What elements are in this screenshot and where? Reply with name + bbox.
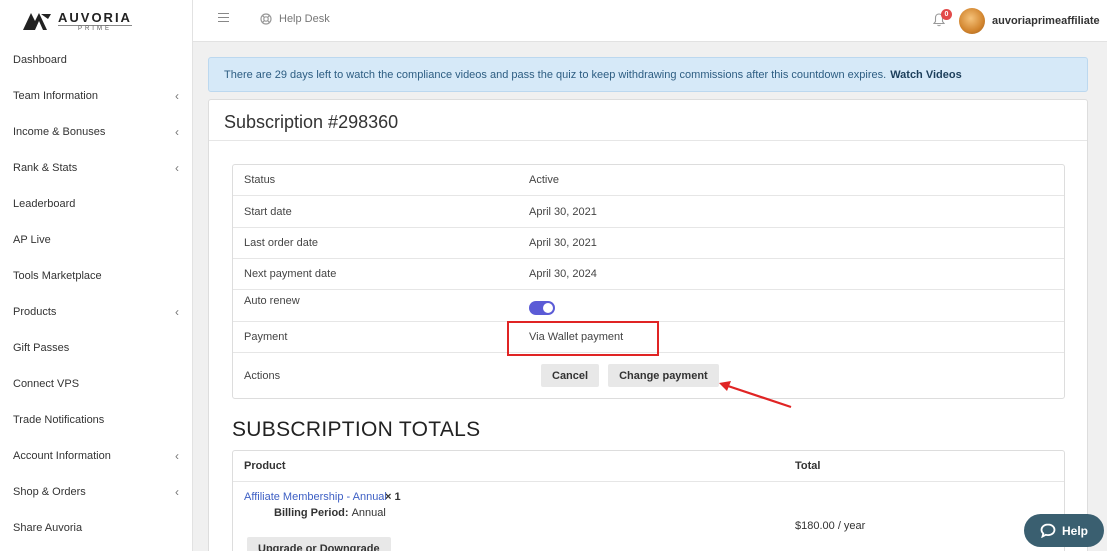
next-payment-date-value: April 30, 2024 — [529, 268, 597, 280]
start-date-label: Start date — [244, 205, 292, 218]
sidebar-item-label: Team Information — [13, 90, 98, 102]
sidebar-item-label: AP Live — [13, 234, 51, 246]
sidebar-item-shop-orders[interactable]: Shop & Orders ‹ — [0, 474, 192, 510]
billing-period-label: Billing Period: — [274, 507, 349, 519]
subscription-details-table: Status Active Start date April 30, 2021 … — [232, 164, 1065, 399]
sidebar-item-gift-passes[interactable]: Gift Passes — [0, 330, 192, 366]
payment-label: Payment — [244, 331, 288, 343]
sidebar-item-label: Rank & Stats — [13, 162, 78, 174]
next-payment-date-label: Next payment date — [244, 268, 337, 280]
totals-heading: SUBSCRIPTION TOTALS — [232, 418, 481, 441]
start-date-value: April 30, 2021 — [529, 205, 597, 218]
top-bar: Help Desk 0 auvoriaprimeaffiliate — [193, 0, 1107, 42]
sidebar-item-team-information[interactable]: Team Information ‹ — [0, 78, 192, 114]
total-column-header: Total — [795, 460, 821, 472]
sidebar-item-label: Account Information — [13, 450, 111, 462]
sidebar-item-label: Gift Passes — [13, 342, 70, 354]
sidebar-item-trade-notifications[interactable]: Trade Notifications — [0, 402, 192, 438]
billing-period-value: Annual — [351, 507, 386, 519]
sidebar-item-tools-marketplace[interactable]: Tools Marketplace — [0, 258, 192, 294]
auto-renew-toggle[interactable] — [529, 301, 555, 315]
auvoria-logo-icon — [23, 13, 51, 30]
table-row: Actions Cancel Change payment — [233, 353, 1064, 398]
payment-highlight-box — [507, 321, 659, 356]
chevron-left-icon: ‹ — [175, 125, 179, 139]
table-row: Next payment date April 30, 2024 — [233, 259, 1064, 290]
product-quantity: × 1 — [385, 491, 401, 503]
sidebar-item-label: Connect VPS — [13, 378, 80, 390]
chevron-left-icon: ‹ — [175, 89, 179, 103]
notification-badge: 0 — [941, 9, 952, 20]
table-row: Auto renew — [233, 290, 1064, 322]
sidebar: AUVORIA PRIME Dashboard Team Information ‹… — [0, 0, 193, 551]
chevron-left-icon: ‹ — [175, 161, 179, 175]
sidebar-item-label: Income & Bonuses — [13, 126, 106, 138]
sidebar-item-leaderboard[interactable]: Leaderboard — [0, 186, 192, 222]
sidebar-item-income-bonuses[interactable]: Income & Bonuses ‹ — [0, 114, 192, 150]
alert-text: There are 29 days left to watch the comp… — [224, 68, 887, 81]
help-label: Help — [1061, 523, 1088, 538]
chevron-left-icon: ‹ — [175, 449, 179, 463]
sidebar-item-label: Leaderboard — [13, 198, 76, 210]
help-desk-label: Help Desk — [279, 13, 330, 25]
watch-videos-link[interactable]: Watch Videos — [890, 69, 962, 81]
brand-logo[interactable]: AUVORIA PRIME — [0, 0, 192, 42]
avatar[interactable] — [959, 8, 985, 34]
sidebar-item-account-information[interactable]: Account Information ‹ — [0, 438, 192, 474]
status-value: Active — [529, 174, 559, 186]
chat-bubble-icon — [1040, 523, 1056, 538]
sidebar-item-label: Trade Notifications — [13, 414, 105, 426]
product-price: $180.00 / year — [795, 520, 866, 532]
auto-renew-label: Auto renew — [244, 295, 300, 307]
sidebar-item-ap-live[interactable]: AP Live — [0, 222, 192, 258]
sidebar-item-dashboard[interactable]: Dashboard — [0, 42, 192, 78]
upgrade-downgrade-button[interactable]: Upgrade or Downgrade — [247, 537, 391, 551]
page-title: Subscription #298360 — [224, 112, 399, 132]
help-chat-button[interactable]: Help — [1024, 514, 1104, 547]
actions-label: Actions — [244, 369, 281, 382]
sidebar-item-label: Share Auvoria — [13, 522, 83, 534]
sidebar-item-label: Tools Marketplace — [13, 270, 102, 282]
table-row: Last order date April 30, 2021 — [233, 228, 1064, 259]
title-divider — [209, 140, 1087, 141]
sidebar-item-label: Products — [13, 306, 57, 318]
status-label: Status — [244, 174, 276, 186]
billing-period: Billing Period: Annual — [274, 507, 386, 519]
cancel-button[interactable]: Cancel — [541, 364, 600, 387]
last-order-date-label: Last order date — [244, 237, 318, 249]
change-payment-button[interactable]: Change payment — [608, 364, 719, 387]
table-row: Start date April 30, 2021 — [233, 196, 1064, 228]
table-header-row: Product Total — [233, 451, 1064, 482]
hamburger-menu-icon[interactable] — [218, 13, 229, 23]
product-column-header: Product — [244, 460, 286, 472]
sidebar-item-share-auvoria[interactable]: Share Auvoria — [0, 510, 192, 546]
brand-name: AUVORIA — [58, 9, 132, 25]
sidebar-item-rank-stats[interactable]: Rank & Stats ‹ — [0, 150, 192, 186]
chevron-left-icon: ‹ — [175, 305, 179, 319]
annotation-arrow-icon — [719, 381, 792, 409]
subscription-totals-table: Product Total Affiliate Membership - Ann… — [232, 450, 1065, 551]
lifebuoy-icon — [260, 13, 272, 25]
username[interactable]: auvoriaprimeaffiliate — [992, 15, 1100, 27]
subscription-card: Subscription #298360 Status Active Start… — [208, 99, 1088, 551]
table-row: Status Active — [233, 165, 1064, 196]
sidebar-item-products[interactable]: Products ‹ — [0, 294, 192, 330]
product-link[interactable]: Affiliate Membership - Annual — [244, 491, 387, 503]
sidebar-item-connect-vps[interactable]: Connect VPS — [0, 366, 192, 402]
help-desk-link[interactable]: Help Desk — [260, 13, 330, 25]
sidebar-nav: Dashboard Team Information ‹ Income & Bonus… — [0, 42, 192, 546]
last-order-date-value: April 30, 2021 — [529, 237, 597, 249]
compliance-alert: There are 29 days left to watch the comp… — [208, 57, 1088, 92]
sidebar-item-label: Dashboard — [13, 54, 67, 66]
chevron-left-icon: ‹ — [175, 485, 179, 499]
brand-subtitle: PRIME — [58, 24, 132, 32]
sidebar-item-label: Shop & Orders — [13, 486, 86, 498]
